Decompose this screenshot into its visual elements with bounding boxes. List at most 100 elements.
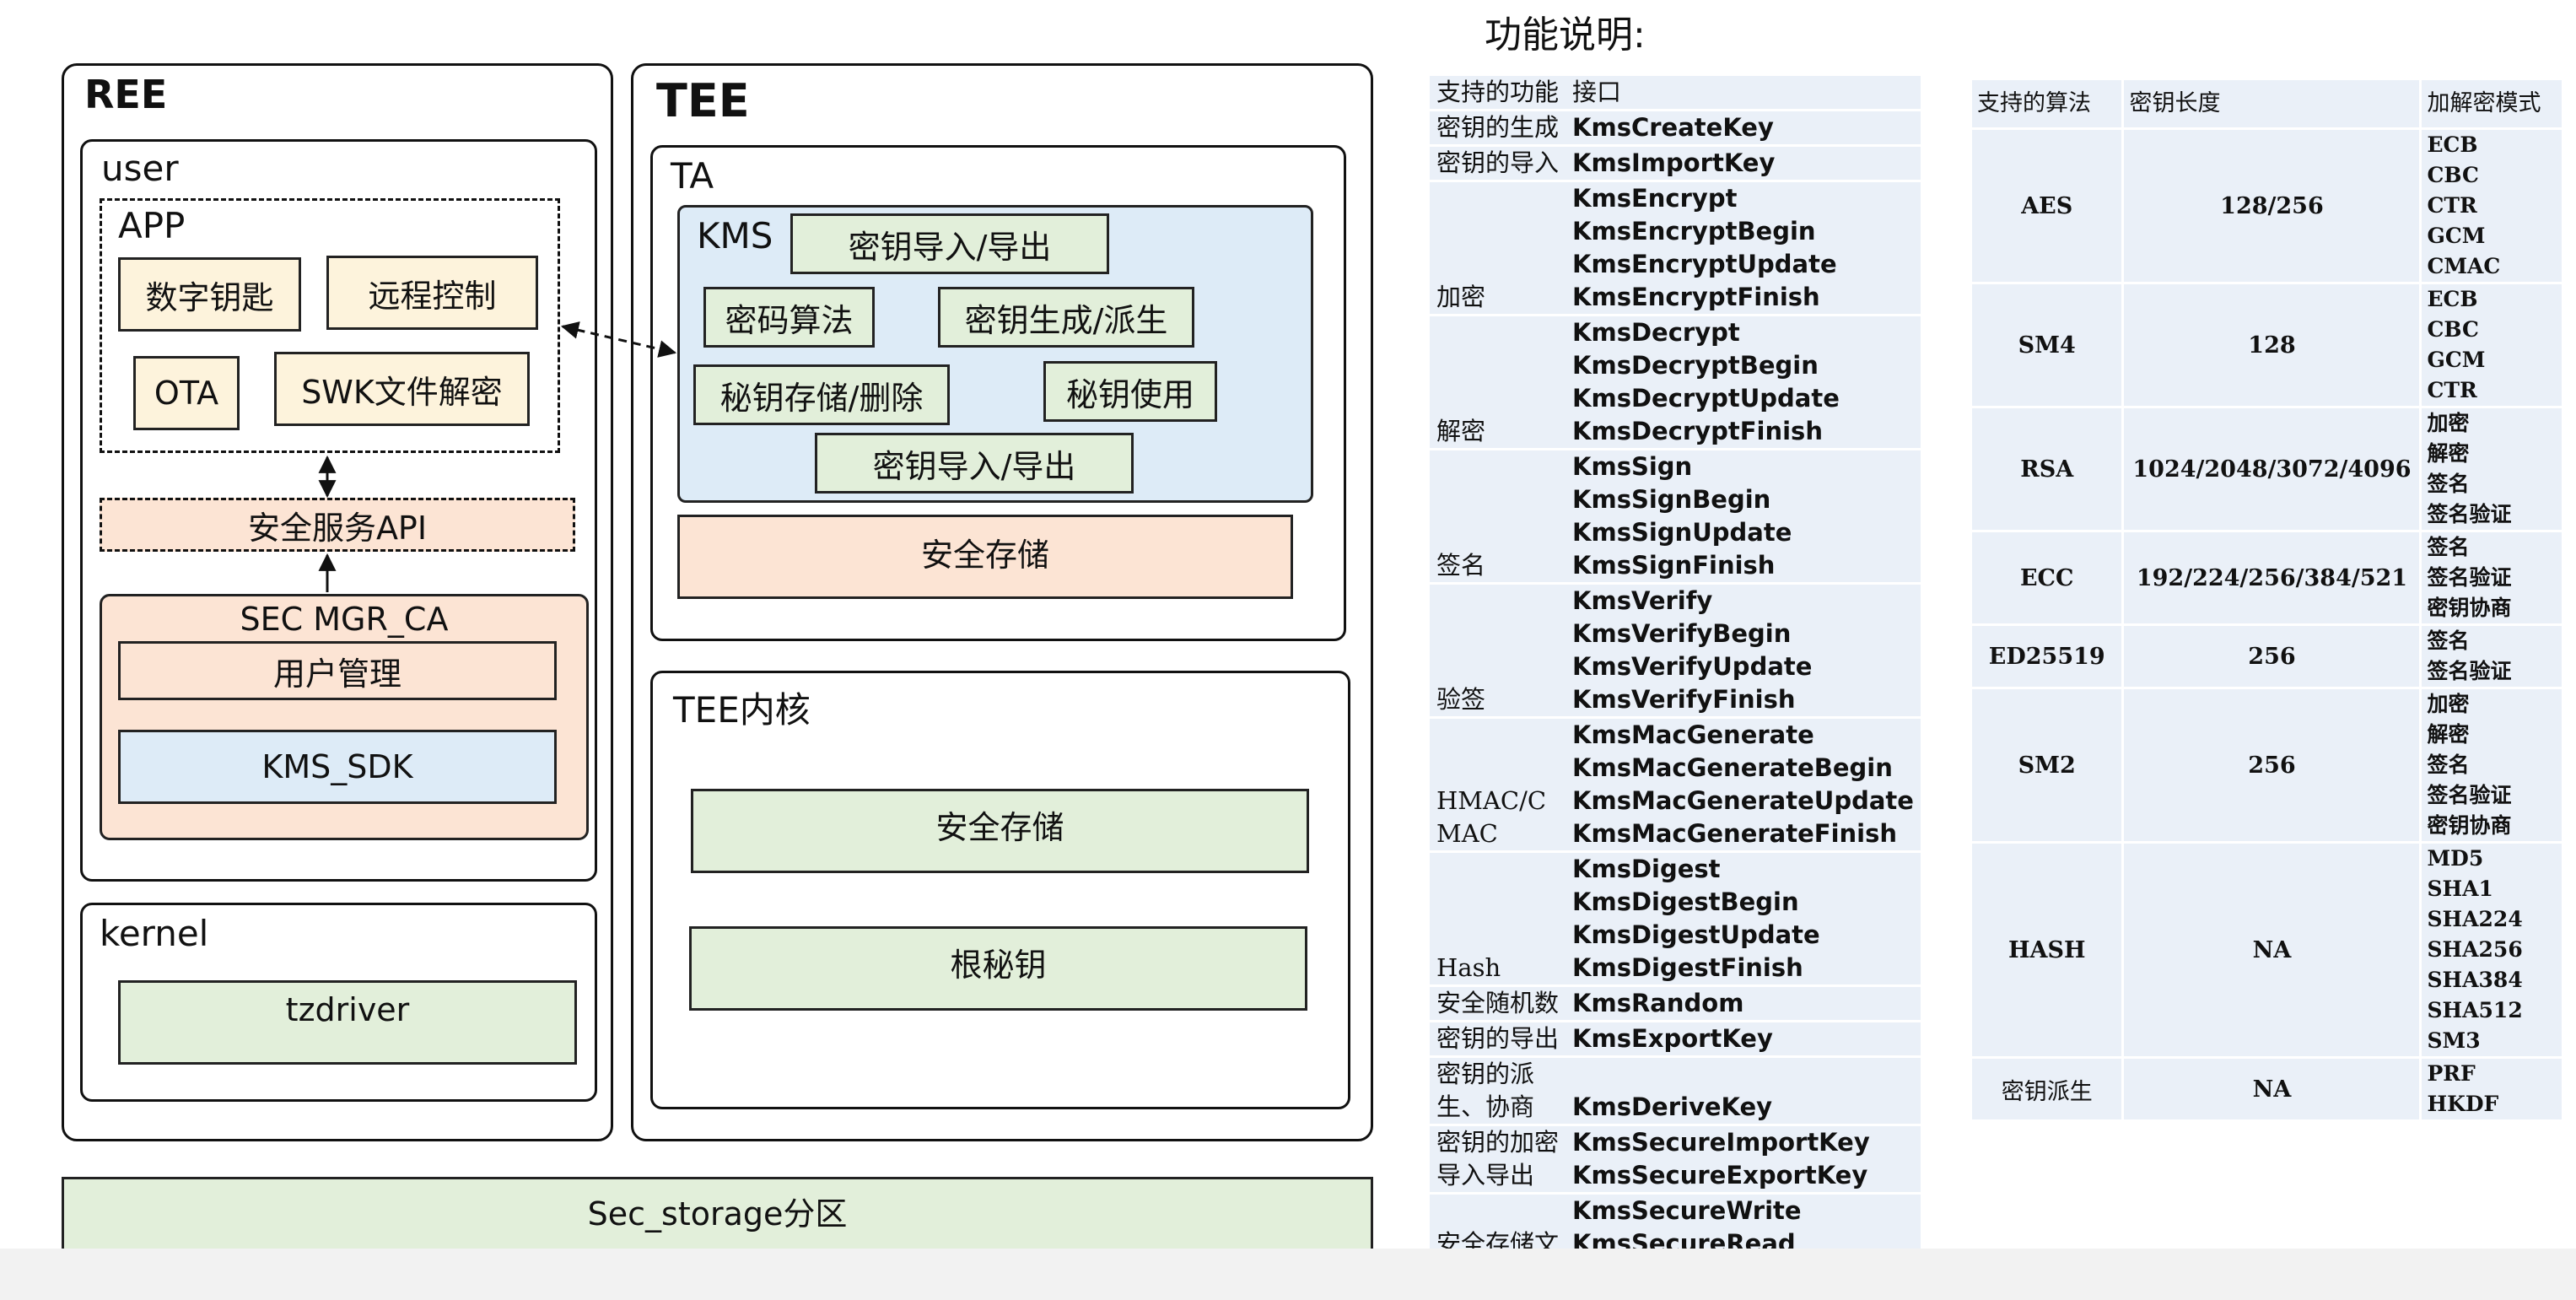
function-table: 支持的功能 接口 密钥的生成 KmsCreateKey 密钥的导入 KmsImportKe… xyxy=(1430,76,1921,1296)
function-name: 密钥的生成 xyxy=(1430,110,1566,146)
key-length: 192/224/256/384/521 xyxy=(2121,530,2422,626)
algorithm-table-row: ECC 192/224/256/384/521 签名签名验证密钥协商 xyxy=(1969,530,2564,626)
function-api: KmsDecryptUpdate xyxy=(1572,384,1840,413)
key-length: 128 xyxy=(2121,282,2422,408)
crypto-mode: CBC xyxy=(2427,317,2479,342)
function-api: KmsEncryptFinish xyxy=(1572,283,1820,311)
function-api: KmsSecureExportKey xyxy=(1572,1161,1868,1189)
algorithm-table-header: 支持的算法 密钥长度 加解密模式 xyxy=(1969,78,2564,130)
key-length: NA xyxy=(2121,1056,2422,1122)
function-name: 密钥的导入 xyxy=(1430,145,1566,181)
crypto-mode: PRF xyxy=(2427,1061,2476,1086)
key-length: 256 xyxy=(2121,687,2422,844)
algorithm-table-header-cell: 密钥长度 xyxy=(2121,78,2422,130)
diagram-arrows xyxy=(318,321,677,592)
function-name: 解密 xyxy=(1430,315,1566,450)
function-api: KmsVerifyFinish xyxy=(1572,685,1796,714)
key-length: NA xyxy=(2121,841,2422,1059)
crypto-mode: SHA384 xyxy=(2427,968,2523,992)
crypto-mode: SHA224 xyxy=(2427,907,2523,931)
algorithm-name: SM2 xyxy=(1969,687,2125,844)
function-name: 验签 xyxy=(1430,583,1566,718)
crypto-mode: 密钥协商 xyxy=(2427,596,2512,620)
function-api: KmsDeriveKey xyxy=(1572,1092,1773,1121)
crypto-mode: 签名验证 xyxy=(2427,565,2512,590)
function-api: KmsMacGenerateBegin xyxy=(1572,753,1893,782)
algorithm-name: AES xyxy=(1969,127,2125,284)
crypto-mode: SHA512 xyxy=(2427,998,2523,1022)
function-api: KmsDecryptFinish xyxy=(1572,417,1823,445)
function-name: Hash xyxy=(1430,851,1566,986)
function-api: KmsMacGenerateUpdate xyxy=(1572,786,1914,815)
crypto-mode: 解密 xyxy=(2427,722,2470,747)
crypto-mode: GCM xyxy=(2427,224,2486,248)
function-api: KmsDecrypt xyxy=(1572,318,1740,347)
crypto-mode: 签名验证 xyxy=(2427,783,2512,807)
function-api: KmsDigestFinish xyxy=(1572,953,1803,982)
crypto-mode: CTR xyxy=(2427,378,2477,402)
function-api: KmsEncryptBegin xyxy=(1572,217,1816,245)
function-api: KmsMacGenerate xyxy=(1572,720,1814,749)
function-name: HMAC/CMAC xyxy=(1430,717,1566,852)
function-api: KmsDigestUpdate xyxy=(1572,920,1820,949)
function-description-title: 功能说明: xyxy=(1485,13,1646,57)
algorithm-table-row: SM2 256 加密解密签名签名验证密钥协商 xyxy=(1969,687,2564,844)
function-api: KmsVerify xyxy=(1572,586,1713,615)
crypto-mode: 签名 xyxy=(2427,472,2470,496)
algorithm-table-row: RSA 1024/2048/3072/4096 加密 解密 签名 签名验证 xyxy=(1969,406,2564,532)
function-name: 加密 xyxy=(1430,181,1566,316)
algorithm-name: ED25519 xyxy=(1969,623,2125,689)
function-table-row: 密钥的导出 KmsExportKey xyxy=(1430,1021,1921,1057)
algorithm-table-header-cell: 支持的算法 xyxy=(1969,78,2125,130)
algorithm-table-row: HASH NA MD5 SHA1 SHA224 SHA256 SHA384 SHA512 SM3 xyxy=(1969,841,2564,1059)
key-length: 1024/2048/3072/4096 xyxy=(2121,406,2422,532)
function-table-row: 解密 KmsDecrypt KmsDecryptBegin KmsDecryptUpd… xyxy=(1430,315,1921,450)
crypto-mode: CTR xyxy=(2427,193,2477,218)
crypto-mode: 解密 xyxy=(2427,441,2470,466)
app-to-kms-arrow xyxy=(560,321,677,358)
function-api: KmsDigest xyxy=(1572,855,1721,883)
function-table-row: 安全随机数 KmsRandom xyxy=(1430,985,1921,1022)
crypto-mode: ECB xyxy=(2427,287,2478,311)
algorithm-name: ECC xyxy=(1969,530,2125,626)
function-table-row: 密钥的生成 KmsCreateKey xyxy=(1430,110,1921,146)
function-api: KmsExportKey xyxy=(1572,1024,1773,1053)
function-api: KmsVerifyBegin xyxy=(1572,619,1792,648)
function-name: 安全随机数 xyxy=(1430,985,1566,1022)
algorithm-table-row: ED25519 256 签名 签名验证 xyxy=(1969,623,2564,689)
function-table-row: HMAC/CMAC KmsMacGenerate KmsMacGenerateBeg… xyxy=(1430,717,1921,852)
crypto-mode: CMAC xyxy=(2427,254,2501,278)
function-api: KmsRandom xyxy=(1572,989,1744,1017)
function-api: KmsDigestBegin xyxy=(1572,887,1799,916)
crypto-mode: 签名 xyxy=(2427,535,2470,559)
function-api: KmsDecryptBegin xyxy=(1572,351,1819,380)
function-api: KmsEncryptUpdate xyxy=(1572,250,1837,278)
crypto-mode: MD5 xyxy=(2427,846,2484,871)
function-api: KmsCreateKey xyxy=(1572,113,1774,142)
function-api: KmsSignUpdate xyxy=(1572,518,1792,547)
function-api: KmsVerifyUpdate xyxy=(1572,652,1813,681)
crypto-mode: GCM xyxy=(2427,348,2486,372)
crypto-mode: HKDF xyxy=(2427,1092,2499,1116)
function-api: KmsSignFinish xyxy=(1572,551,1776,580)
function-api: KmsSign xyxy=(1572,452,1693,481)
function-api: KmsSignBegin xyxy=(1572,485,1771,514)
function-table-row: 密钥的导入 KmsImportKey xyxy=(1430,145,1921,181)
function-api: KmsMacGenerateFinish xyxy=(1572,819,1898,848)
function-table-row: 密钥的加密导入导出 KmsSecureImportKey KmsSecureExpo… xyxy=(1430,1125,1921,1194)
algorithm-name: HASH xyxy=(1969,841,2125,1059)
crypto-mode: SM3 xyxy=(2427,1028,2481,1053)
function-table-row: 签名 KmsSign KmsSignBegin KmsSignUpdate KmsSig… xyxy=(1430,449,1921,584)
function-table-row: 验签 KmsVerify KmsVerifyBegin KmsVerifyUpdate… xyxy=(1430,583,1921,718)
algorithm-name: RSA xyxy=(1969,406,2125,532)
crypto-mode: 加密 xyxy=(2427,692,2470,716)
key-length: 256 xyxy=(2121,623,2422,689)
crypto-mode: SHA1 xyxy=(2427,877,2493,901)
function-api: KmsSecureWrite xyxy=(1572,1196,1802,1225)
crypto-mode: 密钥协商 xyxy=(2427,813,2512,838)
crypto-mode: 签名 xyxy=(2427,752,2470,777)
algorithm-table-row: SM4 128 ECB CBC GCM CTR xyxy=(1969,282,2564,408)
algorithm-table-row: AES 128/256 ECB CBC CTR GCM CMAC xyxy=(1969,127,2564,284)
function-api: KmsEncrypt xyxy=(1572,184,1738,213)
function-table-header: 支持的功能 接口 xyxy=(1430,76,1921,111)
